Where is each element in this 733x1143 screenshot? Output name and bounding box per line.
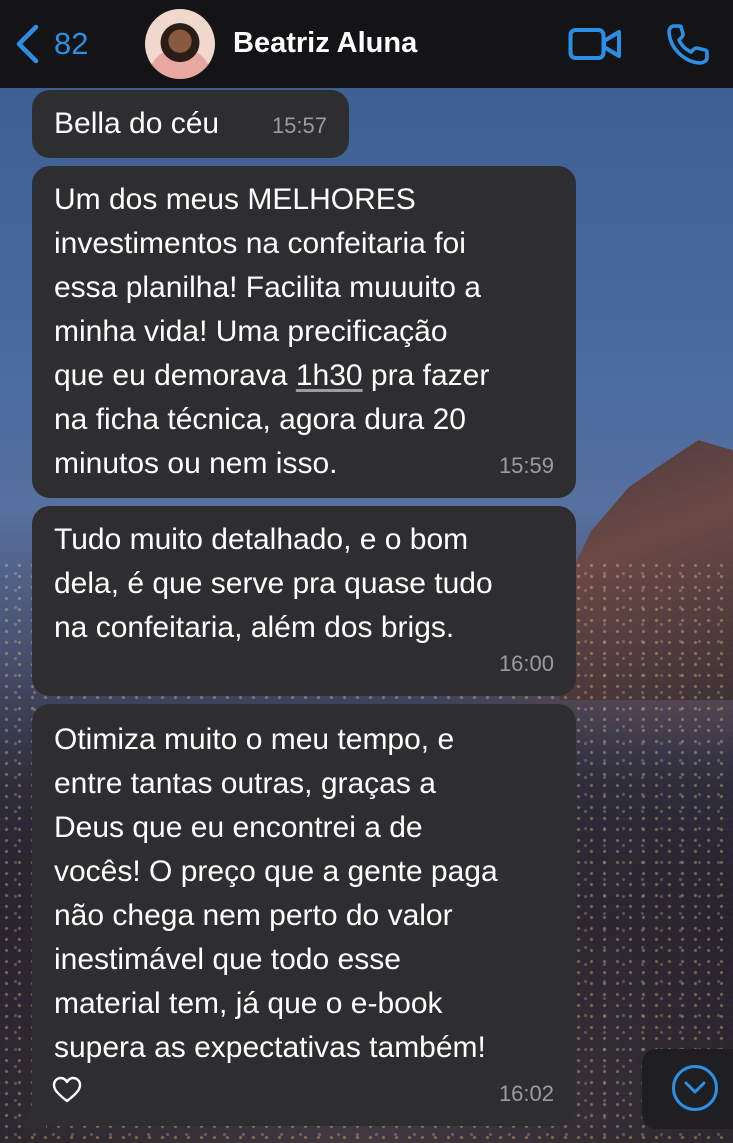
- video-camera-icon[interactable]: [568, 26, 622, 62]
- message-text: Tudo muito detalhado, e o bom dela, é qu…: [54, 523, 493, 644]
- message-timestamp: 15:59: [498, 453, 554, 478]
- chat-header: 82 Beatriz Aluna: [0, 0, 733, 88]
- message-bubble[interactable]: Bella do céu 15:57: [32, 90, 349, 158]
- message-bubble[interactable]: Otimiza muito o meu tempo, e entre tanta…: [22, 704, 576, 1128]
- scroll-to-bottom-button[interactable]: [642, 1049, 733, 1129]
- message-timestamp: 16:00: [498, 651, 554, 676]
- message-timestamp: 16:02: [498, 1081, 554, 1106]
- detected-time-link[interactable]: 1h30: [296, 359, 363, 392]
- message-text: Um dos meus MELHORES investimentos na co…: [54, 166, 554, 486]
- message-bubble[interactable]: Tudo muito detalhado, e o bom dela, é qu…: [32, 506, 576, 696]
- chevron-left-icon: [16, 24, 39, 64]
- message-timestamp: 15:57: [271, 113, 327, 138]
- unread-count: 82: [54, 26, 89, 61]
- heart-icon[interactable]: [52, 1076, 82, 1104]
- message-bubble[interactable]: Um dos meus MELHORES investimentos na co…: [32, 166, 576, 498]
- back-button[interactable]: 82: [14, 22, 88, 66]
- chevron-down-icon: [684, 1081, 706, 1094]
- avatar[interactable]: [145, 9, 215, 79]
- phone-icon[interactable]: [666, 22, 712, 66]
- message-text: Otimiza muito o meu tempo, e entre tanta…: [54, 723, 498, 1064]
- scroll-down-circle: [672, 1065, 718, 1111]
- contact-name[interactable]: Beatriz Aluna: [233, 27, 417, 60]
